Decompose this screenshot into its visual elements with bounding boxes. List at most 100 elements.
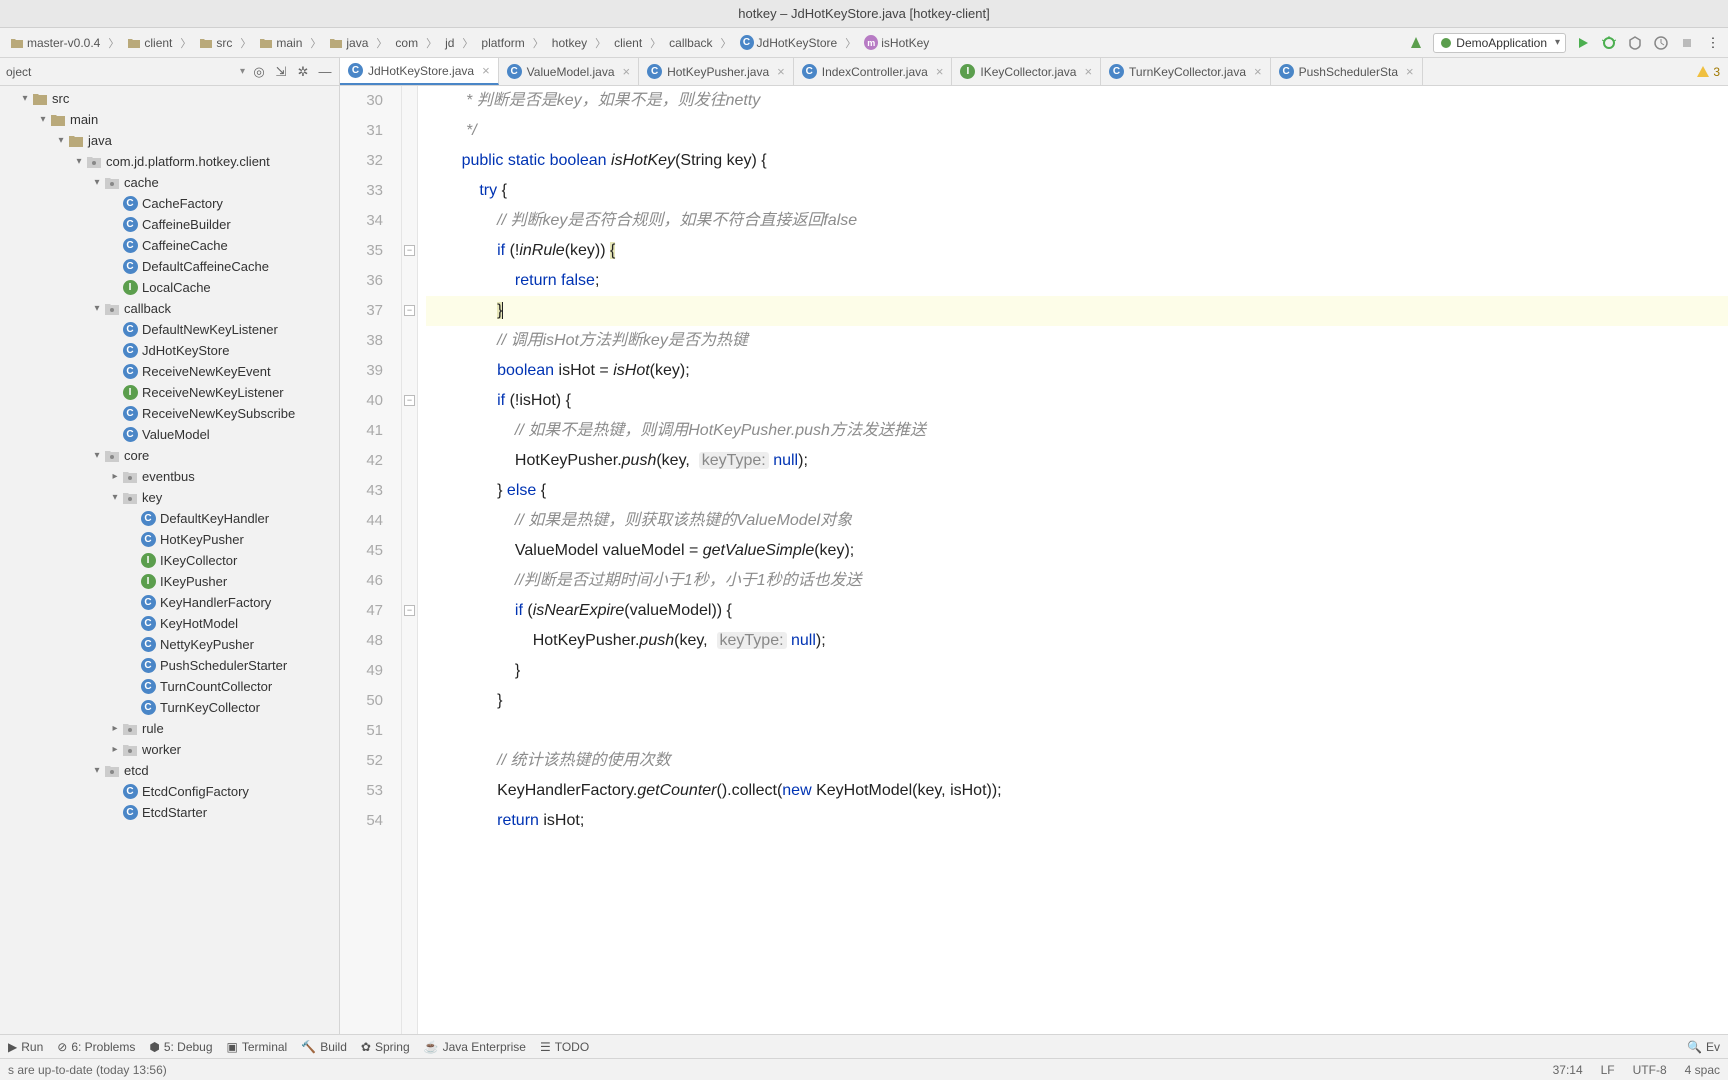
tree-node[interactable]: ▾main: [0, 109, 339, 130]
stop-icon[interactable]: [1678, 34, 1696, 52]
breadcrumb-item[interactable]: java: [325, 34, 372, 52]
indent-setting[interactable]: 4 spac: [1685, 1063, 1720, 1077]
tree-node[interactable]: ▸rule: [0, 718, 339, 739]
close-tab-icon[interactable]: ×: [777, 64, 785, 79]
breadcrumb-item[interactable]: CJdHotKeyStore: [736, 34, 842, 52]
breadcrumb-item[interactable]: client: [123, 34, 176, 52]
tree-node[interactable]: CJdHotKeyStore: [0, 340, 339, 361]
close-tab-icon[interactable]: ×: [623, 64, 631, 79]
editor-tabs: CJdHotKeyStore.java×CValueModel.java×CHo…: [340, 58, 1728, 86]
tree-node[interactable]: CDefaultKeyHandler: [0, 508, 339, 529]
line-separator[interactable]: LF: [1601, 1063, 1615, 1077]
event-log-tab[interactable]: 🔍 Ev: [1687, 1040, 1720, 1054]
tree-node[interactable]: ▾java: [0, 130, 339, 151]
code-editor[interactable]: 3031323334353637383940414243444546474849…: [340, 86, 1728, 1034]
breadcrumb-item[interactable]: client: [610, 34, 646, 52]
tree-node[interactable]: ▾cache: [0, 172, 339, 193]
tree-node[interactable]: CReceiveNewKeyEvent: [0, 361, 339, 382]
tree-node[interactable]: CKeyHandlerFactory: [0, 592, 339, 613]
tree-node[interactable]: CPushSchedulerStarter: [0, 655, 339, 676]
tree-node[interactable]: CHotKeyPusher: [0, 529, 339, 550]
window-title-bar: hotkey – JdHotKeyStore.java [hotkey-clie…: [0, 0, 1728, 28]
editor-tab[interactable]: CIndexController.java×: [794, 58, 953, 85]
tree-node[interactable]: CEtcdStarter: [0, 802, 339, 823]
editor-tab[interactable]: CHotKeyPusher.java×: [639, 58, 794, 85]
editor-tab[interactable]: CJdHotKeyStore.java×: [340, 58, 499, 85]
tree-node[interactable]: CDefaultNewKeyListener: [0, 319, 339, 340]
spring-tool-tab[interactable]: ✿ Spring: [361, 1040, 410, 1054]
tree-node[interactable]: ▾etcd: [0, 760, 339, 781]
editor-tab[interactable]: CValueModel.java×: [499, 58, 639, 85]
window-title: hotkey – JdHotKeyStore.java [hotkey-clie…: [738, 6, 989, 21]
code-content[interactable]: * 判断是否是key，如果不是，则发往netty */ public stati…: [418, 86, 1728, 1034]
tree-node[interactable]: ILocalCache: [0, 277, 339, 298]
profile-icon[interactable]: [1652, 34, 1670, 52]
inspection-warning-badge[interactable]: 3: [1688, 58, 1728, 85]
dropdown-icon[interactable]: ▾: [240, 66, 245, 77]
project-tree[interactable]: ▾src▾main▾java▾com.jd.platform.hotkey.cl…: [0, 86, 339, 1034]
tree-node[interactable]: ▾core: [0, 445, 339, 466]
status-message: s are up-to-date (today 13:56): [8, 1063, 167, 1077]
breadcrumb-item[interactable]: master-v0.0.4: [6, 34, 104, 52]
breadcrumb-item[interactable]: hotkey: [548, 34, 591, 52]
tree-node[interactable]: IIKeyPusher: [0, 571, 339, 592]
todo-tool-tab[interactable]: ☰ TODO: [540, 1040, 589, 1054]
build-tool-tab[interactable]: 🔨 Build: [301, 1040, 347, 1054]
debug-tool-tab[interactable]: ⬢ 5: Debug: [149, 1040, 212, 1054]
tree-node[interactable]: ▸worker: [0, 739, 339, 760]
run-tool-tab[interactable]: ▶ Run: [8, 1040, 43, 1054]
tree-node[interactable]: CCaffeineBuilder: [0, 214, 339, 235]
breadcrumb-item[interactable]: main: [255, 34, 306, 52]
tree-node[interactable]: CReceiveNewKeySubscribe: [0, 403, 339, 424]
build-icon[interactable]: [1407, 34, 1425, 52]
close-tab-icon[interactable]: ×: [1084, 64, 1092, 79]
close-tab-icon[interactable]: ×: [1254, 64, 1262, 79]
terminal-tool-tab[interactable]: ▣ Terminal: [227, 1040, 288, 1054]
debug-icon[interactable]: [1600, 34, 1618, 52]
breadcrumb-item[interactable]: com: [391, 34, 422, 52]
editor-tab[interactable]: IIKeyCollector.java×: [952, 58, 1101, 85]
tree-node[interactable]: CEtcdConfigFactory: [0, 781, 339, 802]
caret-position[interactable]: 37:14: [1553, 1063, 1583, 1077]
expand-icon[interactable]: ⇲: [273, 64, 289, 80]
breadcrumb-item[interactable]: misHotKey: [860, 34, 933, 52]
problems-tool-tab[interactable]: ⊘ 6: Problems: [57, 1040, 135, 1054]
jee-tool-tab[interactable]: ☕ Java Enterprise: [424, 1040, 526, 1054]
tree-node[interactable]: CNettyKeyPusher: [0, 634, 339, 655]
close-tab-icon[interactable]: ×: [1406, 64, 1414, 79]
tree-node[interactable]: ▾callback: [0, 298, 339, 319]
tree-node[interactable]: ▾key: [0, 487, 339, 508]
tree-node[interactable]: CTurnCountCollector: [0, 676, 339, 697]
close-tab-icon[interactable]: ×: [482, 63, 490, 78]
more-icon[interactable]: ⋮: [1704, 34, 1722, 52]
tree-node[interactable]: CCaffeineCache: [0, 235, 339, 256]
locate-icon[interactable]: ◎: [251, 64, 267, 80]
navigation-bar: master-v0.0.4〉client〉src〉main〉java〉com〉j…: [0, 28, 1728, 58]
coverage-icon[interactable]: [1626, 34, 1644, 52]
breadcrumb-item[interactable]: src: [195, 34, 236, 52]
tree-node[interactable]: IIKeyCollector: [0, 550, 339, 571]
tree-node[interactable]: CCacheFactory: [0, 193, 339, 214]
tree-node[interactable]: CTurnKeyCollector: [0, 697, 339, 718]
breadcrumb-item[interactable]: platform: [477, 34, 528, 52]
editor-tab[interactable]: CTurnKeyCollector.java×: [1101, 58, 1271, 85]
run-configuration-selector[interactable]: DemoApplication: [1433, 33, 1566, 53]
tree-node[interactable]: ▾com.jd.platform.hotkey.client: [0, 151, 339, 172]
tree-node[interactable]: ▸eventbus: [0, 466, 339, 487]
close-tab-icon[interactable]: ×: [936, 64, 944, 79]
tree-node[interactable]: CDefaultCaffeineCache: [0, 256, 339, 277]
tree-node[interactable]: CValueModel: [0, 424, 339, 445]
file-encoding[interactable]: UTF-8: [1633, 1063, 1667, 1077]
tree-node[interactable]: IReceiveNewKeyListener: [0, 382, 339, 403]
breadcrumb-item[interactable]: jd: [441, 34, 458, 52]
fold-strip[interactable]: −−−−: [402, 86, 418, 1034]
toolbar-actions: DemoApplication ⋮: [1407, 33, 1722, 53]
run-icon[interactable]: [1574, 34, 1592, 52]
hide-icon[interactable]: —: [317, 64, 333, 80]
settings-icon[interactable]: ✲: [295, 64, 311, 80]
breadcrumb-item[interactable]: callback: [665, 34, 716, 52]
project-tool-window: oject ▾ ◎ ⇲ ✲ — ▾src▾main▾java▾com.jd.pl…: [0, 58, 340, 1034]
tree-node[interactable]: CKeyHotModel: [0, 613, 339, 634]
tree-node[interactable]: ▾src: [0, 88, 339, 109]
editor-tab[interactable]: CPushSchedulerSta×: [1271, 58, 1423, 85]
